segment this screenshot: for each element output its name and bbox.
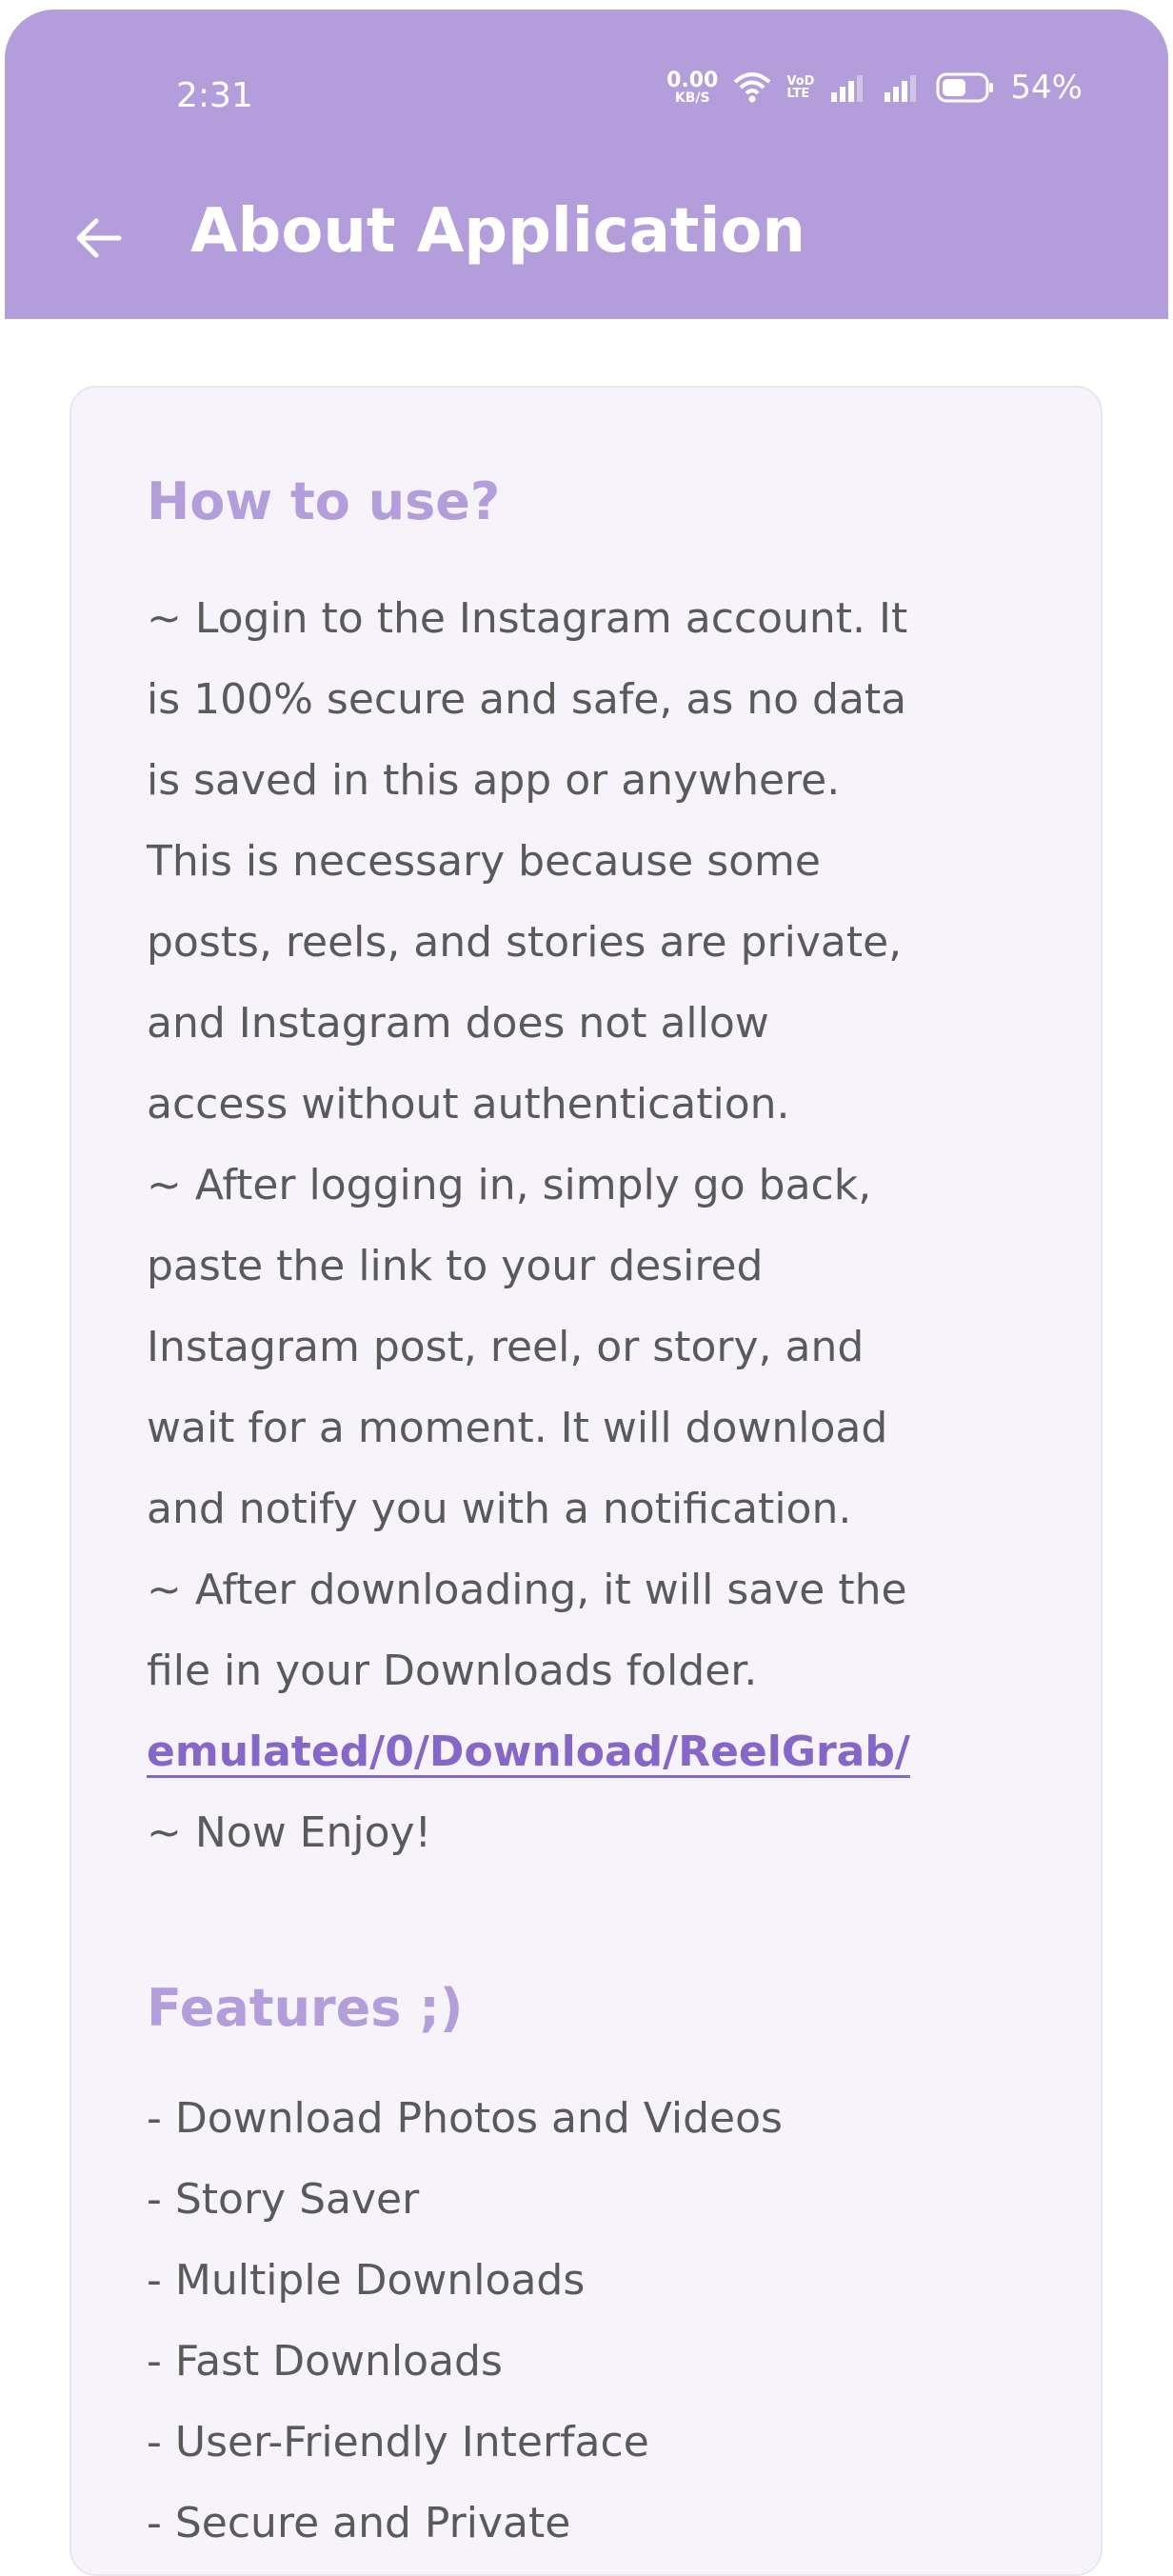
how-to-use-line: is 100% secure and safe, as no data	[147, 675, 907, 724]
feature-item: - Secure and Private	[147, 2499, 571, 2547]
download-folder-link[interactable]: emulated/0/Download/ReelGrab/	[147, 1711, 910, 1792]
how-to-use-heading: How to use?	[147, 471, 501, 531]
how-to-use-line: ~ After downloading, it will save the	[147, 1566, 907, 1614]
how-to-use-line: file in your Downloads folder.	[147, 1647, 758, 1695]
signal-icon	[885, 75, 917, 102]
feature-item: - Download Photos and Videos	[147, 2094, 783, 2143]
how-to-use-line: ~ After logging in, simply go back,	[147, 1161, 872, 1209]
volte-indicator: VoD LTE	[786, 75, 814, 100]
how-to-use-line: is saved in this app or anywhere.	[147, 756, 841, 805]
how-to-use-line: and Instagram does not allow	[147, 999, 769, 1048]
status-icons: 0.00 KB/S VoD LTE 54%	[666, 69, 1083, 107]
wifi-icon	[734, 72, 771, 103]
how-to-use-line: ~ Login to the Instagram account. It	[147, 594, 908, 643]
feature-item: - Multiple Downloads	[147, 2256, 586, 2305]
how-to-use-line: This is necessary because some	[147, 837, 821, 886]
how-to-use-line: and notify you with a notification.	[147, 1485, 852, 1533]
battery-percent: 54%	[1010, 69, 1083, 107]
feature-item: - Fast Downloads	[147, 2337, 503, 2386]
page-title: About Application	[190, 196, 805, 267]
network-speed: 0.00 KB/S	[666, 69, 719, 106]
volte-bottom: LTE	[786, 87, 810, 101]
how-to-use-line: wait for a moment. It will download	[147, 1404, 888, 1452]
about-card: How to use? ~ Login to the Instagram acc…	[70, 386, 1103, 2576]
app-bar: 2:31 0.00 KB/S VoD LTE 54% About Applica…	[5, 10, 1168, 319]
arrow-left-icon[interactable]	[70, 210, 127, 267]
how-to-use-line: access without authentication.	[147, 1080, 790, 1128]
feature-item: - Story Saver	[147, 2175, 420, 2224]
network-speed-value: 0.00	[666, 69, 719, 92]
how-to-use-line: paste the link to your desired	[147, 1242, 764, 1290]
status-time: 2:31	[176, 76, 253, 115]
now-enjoy-text: ~ Now Enjoy!	[147, 1808, 432, 1857]
how-to-use-line: posts, reels, and stories are private,	[147, 918, 903, 967]
signal-icon	[831, 75, 864, 102]
network-speed-unit: KB/S	[674, 90, 710, 106]
how-to-use-line: Instagram post, reel, or story, and	[147, 1323, 865, 1371]
feature-item: - User-Friendly Interface	[147, 2418, 649, 2466]
battery-icon	[936, 72, 994, 103]
features-heading: Features ;)	[147, 1978, 464, 2038]
